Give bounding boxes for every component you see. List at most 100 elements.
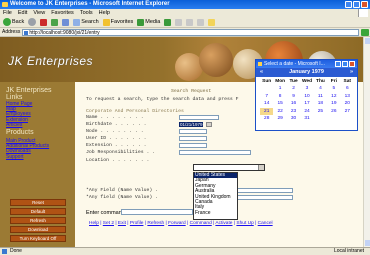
close-button[interactable]: [361, 1, 368, 8]
chevron-down-icon[interactable]: [258, 165, 264, 170]
history-icon[interactable]: [164, 18, 172, 26]
calendar-day[interactable]: 30: [287, 115, 300, 122]
calendar-day[interactable]: 17: [300, 100, 313, 107]
link-refresh[interactable]: Refresh: [147, 221, 164, 226]
folder-icon[interactable]: [208, 18, 216, 26]
calendar-day[interactable]: 14: [260, 100, 273, 107]
name-input[interactable]: [179, 115, 219, 120]
sidebar-heading-products: Products: [6, 129, 34, 136]
menu-view[interactable]: View: [33, 9, 45, 17]
default-button[interactable]: Default: [10, 208, 66, 215]
location-select[interactable]: [193, 164, 265, 171]
reset-button[interactable]: Reset: [10, 199, 66, 206]
calendar-day[interactable]: 15: [273, 100, 286, 107]
calendar-day[interactable]: 12: [327, 93, 340, 100]
birthdate-input[interactable]: 01/21/1979: [179, 122, 203, 127]
address-input[interactable]: http://localhost:9080/jxi/21/entry: [22, 28, 360, 36]
calendar-day[interactable]: 20: [341, 100, 354, 107]
favorites-button[interactable]: Favorites: [102, 18, 133, 26]
menu-tools[interactable]: Tools: [80, 9, 93, 17]
option-france[interactable]: France: [194, 210, 237, 216]
calendar-day[interactable]: 11: [314, 93, 327, 100]
link-set-2[interactable]: Set 2: [103, 221, 114, 226]
stop-icon[interactable]: [40, 18, 48, 26]
calendar-day[interactable]: 10: [300, 93, 313, 100]
calendar-day[interactable]: 6: [341, 85, 354, 92]
sidebar-heading-links: JK Enterprises Links: [6, 87, 52, 101]
menu-edit[interactable]: Edit: [18, 9, 27, 17]
menu-help[interactable]: Help: [99, 9, 110, 17]
calendar-day[interactable]: 4: [314, 85, 327, 92]
calendar-day[interactable]: 31: [300, 115, 313, 122]
calendar-day[interactable]: 22: [273, 108, 286, 115]
search-button[interactable]: Search: [73, 18, 99, 26]
command-input[interactable]: [121, 209, 193, 215]
mail-icon[interactable]: [175, 18, 183, 26]
link-articles[interactable]: Articles: [6, 122, 32, 128]
print-icon[interactable]: [186, 18, 194, 26]
vertical-scrollbar[interactable]: [363, 37, 370, 247]
calendar-day[interactable]: 27: [341, 108, 354, 115]
date-picker-close-button[interactable]: [349, 61, 355, 67]
job-input[interactable]: [179, 150, 251, 155]
calendar-day[interactable]: 28: [260, 115, 273, 122]
calendar-day[interactable]: 2: [287, 85, 300, 92]
page-title: Search Request: [171, 89, 212, 94]
forward-button[interactable]: [28, 18, 37, 26]
function-links: Help | Set 2 | Exit | Profile | Refresh …: [89, 221, 273, 226]
calendar-day[interactable]: 24: [300, 108, 313, 115]
link-help[interactable]: Help: [89, 221, 99, 226]
date-picker-minimize-button[interactable]: [335, 61, 341, 67]
user-id-input[interactable]: [179, 136, 207, 141]
refresh-icon[interactable]: [51, 18, 59, 26]
extension-input[interactable]: [179, 143, 207, 148]
calendar-day[interactable]: 13: [341, 93, 354, 100]
edit-icon[interactable]: [197, 18, 205, 26]
go-button[interactable]: [361, 28, 370, 36]
link-exit[interactable]: Exit: [118, 221, 126, 226]
calendar-day-selected[interactable]: 21: [260, 107, 274, 116]
download-button[interactable]: Download: [10, 226, 66, 233]
link-shut-up[interactable]: Shut Up: [236, 221, 253, 226]
star-icon: [102, 18, 110, 26]
home-icon[interactable]: [62, 18, 70, 26]
date-picker-maximize-button[interactable]: [342, 61, 348, 67]
prev-month-button[interactable]: «: [260, 68, 263, 77]
link-support[interactable]: Support: [6, 154, 49, 160]
calendar-icon[interactable]: [206, 122, 212, 127]
calendar-day[interactable]: 3: [300, 85, 313, 92]
calendar-day[interactable]: 18: [314, 100, 327, 107]
node-input[interactable]: [179, 129, 207, 134]
calendar-day[interactable]: 7: [260, 93, 273, 100]
calendar-day[interactable]: 16: [287, 100, 300, 107]
ie-icon: [258, 62, 262, 66]
scroll-down-icon[interactable]: [365, 240, 370, 246]
calendar-day[interactable]: 23: [287, 108, 300, 115]
calendar-day[interactable]: 29: [273, 115, 286, 122]
menu-file[interactable]: File: [3, 9, 12, 17]
link-activate[interactable]: Activate: [215, 221, 232, 226]
link-cancel[interactable]: Cancel: [258, 221, 273, 226]
calendar-grid: Sun Mon Tue Wed Thu Fri Sat 1 2 3 4 5 6 7 8 9 10 11 12 13 14…: [260, 78, 354, 122]
calendar-day[interactable]: 8: [273, 93, 286, 100]
keyboard-off-button[interactable]: Turn Keyboard Off: [10, 235, 66, 242]
calendar-day[interactable]: 19: [327, 100, 340, 107]
calendar-day[interactable]: 9: [287, 93, 300, 100]
maximize-button[interactable]: [353, 1, 360, 8]
date-picker-titlebar: Select a date - Microsoft I...: [256, 60, 357, 68]
back-button[interactable]: Back: [3, 18, 24, 26]
next-month-button[interactable]: »: [350, 68, 353, 77]
link-forward[interactable]: Forward: [168, 221, 186, 226]
refresh-button[interactable]: Refresh: [10, 217, 66, 224]
date-picker-title: Select a date - Microsoft I...: [264, 61, 325, 67]
minimize-button[interactable]: [345, 1, 352, 8]
calendar-day[interactable]: 1: [273, 85, 286, 92]
link-profile[interactable]: Profile: [130, 221, 144, 226]
media-button[interactable]: Media: [137, 18, 160, 26]
scroll-up-icon[interactable]: [365, 38, 370, 44]
calendar-day[interactable]: 5: [327, 85, 340, 92]
menu-favorites[interactable]: Favorites: [51, 9, 74, 17]
calendar-day[interactable]: 26: [327, 108, 340, 115]
link-command[interactable]: Command: [190, 221, 212, 226]
calendar-day[interactable]: 25: [314, 108, 327, 115]
